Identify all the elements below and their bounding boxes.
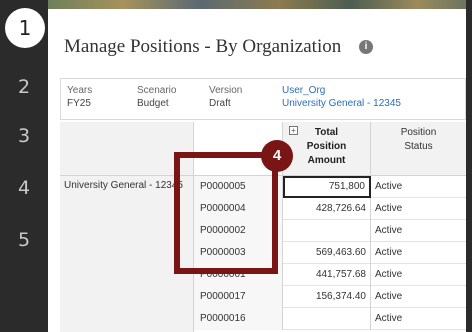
status-cell[interactable]: Active	[371, 264, 466, 286]
pov-version-value: Draft	[209, 98, 231, 109]
position-cell[interactable]: P0000016	[194, 308, 283, 330]
amount-cell[interactable]: 569,463.60	[283, 242, 371, 264]
amount-cell[interactable]	[283, 308, 371, 330]
callout-highlight-box	[174, 152, 278, 274]
pov-version[interactable]: Version Draft	[209, 84, 242, 110]
pov-years-label: Years	[67, 85, 93, 96]
amount-cell[interactable]: 156,374.40	[283, 286, 371, 308]
right-border	[466, 0, 472, 332]
status-cell[interactable]: Active	[371, 242, 466, 264]
pov-version-label: Version	[209, 85, 243, 96]
pov-bar: Years FY25 Scenario Budget Version Draft…	[60, 78, 466, 120]
pov-scenario-label: Scenario	[137, 85, 177, 96]
status-cell[interactable]: Active	[371, 308, 466, 330]
position-status-header[interactable]: Position Status	[371, 122, 466, 176]
step-5[interactable]: 5	[0, 229, 48, 251]
amount-cell[interactable]: 428,726.64	[283, 198, 371, 220]
position-cell[interactable]: P0000017	[194, 286, 283, 308]
status-cell[interactable]: Active	[371, 176, 466, 198]
status-cell[interactable]: Active	[371, 286, 466, 308]
pov-scenario-value: Budget	[137, 98, 169, 109]
pov-org-label: User_Org	[282, 85, 326, 96]
pov-org-value: University General - 12345	[282, 98, 401, 109]
org-row-label[interactable]: University General - 12345	[64, 180, 183, 191]
amount-header-line1: Total	[314, 127, 339, 138]
table-row[interactable]: P0000017 156,374.40 Active	[194, 286, 466, 308]
status-header-line1: Position	[400, 127, 437, 138]
pov-scenario[interactable]: Scenario Budget	[137, 84, 176, 110]
info-icon[interactable]: i	[359, 40, 373, 54]
pov-years-value: FY25	[67, 98, 91, 109]
amount-header-line3: Amount	[307, 155, 346, 166]
total-position-amount-header[interactable]: + Total Position Amount	[283, 122, 371, 176]
step-rail: 1 2 3 4 5	[0, 0, 48, 332]
step-4[interactable]: 4	[0, 177, 48, 199]
status-header-line2: Status	[404, 141, 433, 152]
step-2[interactable]: 2	[0, 76, 48, 98]
page-title: Manage Positions - By Organization	[64, 36, 342, 57]
table-row[interactable]: P0000016 Active	[194, 308, 466, 330]
app-window: 1 2 3 4 5 Manage Positions - By Organiza…	[0, 0, 472, 332]
step-3[interactable]: 3	[0, 125, 48, 147]
banner-image-strip	[48, 0, 468, 9]
status-cell[interactable]: Active	[371, 198, 466, 220]
amount-header-line2: Position	[306, 141, 347, 152]
amount-cell[interactable]: 441,757.68	[283, 264, 371, 286]
amount-cell[interactable]	[283, 220, 371, 242]
status-cell[interactable]: Active	[371, 220, 466, 242]
callout-number-badge: 4	[261, 140, 293, 172]
step-1[interactable]: 1	[5, 8, 45, 48]
pov-years[interactable]: Years FY25	[67, 84, 92, 110]
amount-cell-selected[interactable]: 751,800	[283, 176, 371, 198]
pov-user-org[interactable]: User_Org University General - 12345	[282, 84, 401, 110]
